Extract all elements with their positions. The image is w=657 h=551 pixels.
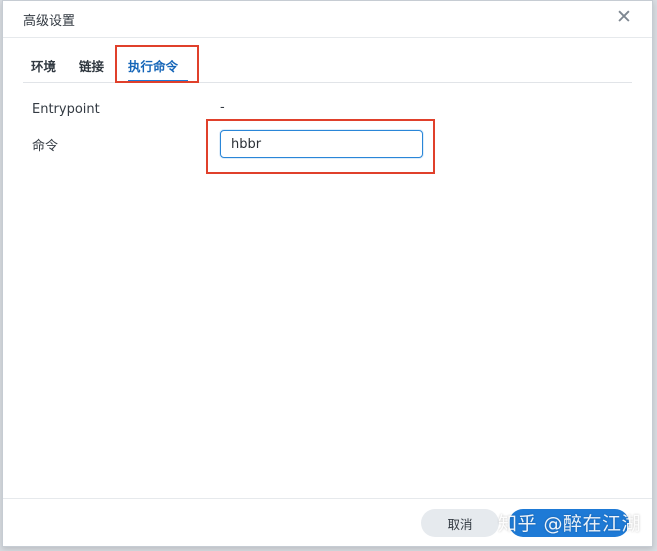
command-highlight-box xyxy=(206,119,435,174)
advanced-settings-dialog: 高级设置 ✕ 环境 链接 执行命令 Entrypoint - 命令 取消 xyxy=(2,0,653,547)
dialog-footer: 取消 xyxy=(3,498,652,546)
cancel-button[interactable]: 取消 xyxy=(421,509,499,537)
dialog-title-bar: 高级设置 ✕ xyxy=(3,1,652,38)
dialog-title: 高级设置 xyxy=(23,14,76,29)
ok-button[interactable] xyxy=(509,509,629,537)
tab-links[interactable]: 链接 xyxy=(79,56,104,75)
entrypoint-value: - xyxy=(220,100,225,115)
entrypoint-label: Entrypoint xyxy=(32,102,100,117)
close-icon[interactable]: ✕ xyxy=(614,7,634,27)
tab-environment[interactable]: 环境 xyxy=(31,56,56,75)
command-label: 命令 xyxy=(32,139,59,154)
tab-highlight-box xyxy=(115,45,199,83)
